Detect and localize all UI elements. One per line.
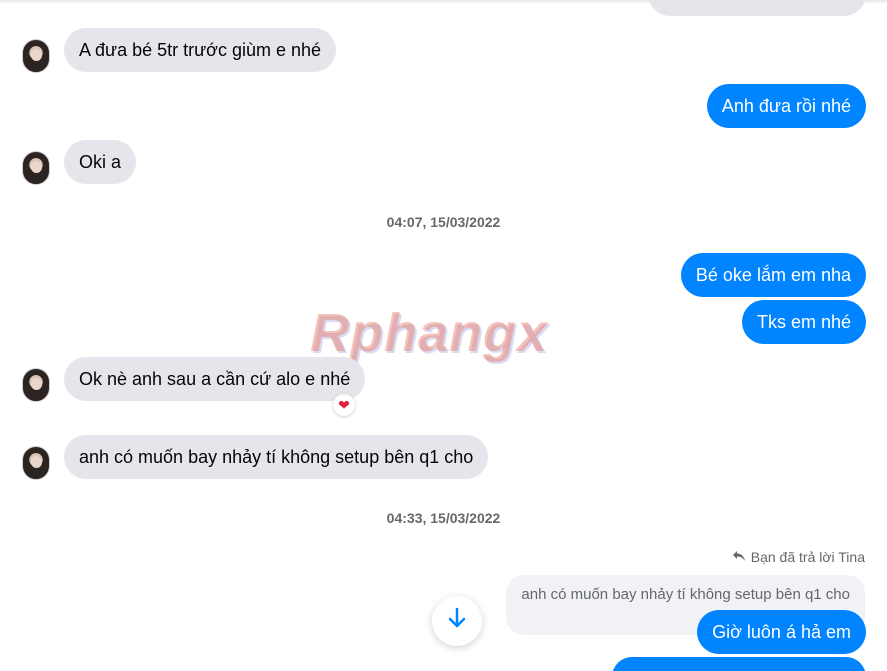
reply-indicator: Bạn đã trả lời Tina [732,549,865,565]
message-bubble-outgoing[interactable]: Tks em nhé [741,300,866,344]
reply-label-text: Bạn đã trả lời Tina [750,549,865,565]
watermark-logo: Rphangx [310,303,549,363]
message-bubble-outgoing[interactable]: Anh đưa rồi nhé [706,84,866,128]
avatar[interactable] [22,446,50,480]
avatar[interactable] [22,39,50,73]
partial-message-bubble[interactable] [612,657,866,671]
reply-arrow-icon [732,549,746,565]
chat-thread[interactable]: A đưa bé 5tr trước giùm e nhé Anh đưa rồ… [0,0,887,671]
message-bubble-outgoing[interactable]: Bé oke lắm em nha [680,253,866,297]
timestamp: 04:07, 15/03/2022 [386,214,501,230]
heart-icon[interactable]: ❤ [333,394,355,416]
message-bubble-outgoing[interactable]: Giờ luôn á hả em [697,610,866,654]
message-bubble-incoming[interactable]: anh có muốn bay nhảy tí không setup bên … [64,435,489,479]
avatar[interactable] [22,368,50,402]
message-bubble-incoming[interactable]: A đưa bé 5tr trước giùm e nhé [64,28,337,72]
message-bubble-incoming[interactable]: Ok nè anh sau a cần cứ alo e nhé [64,357,366,401]
message-bubble-incoming[interactable]: Oki a [64,140,137,184]
scroll-to-bottom-button[interactable] [432,596,482,646]
timestamp: 04:33, 15/03/2022 [386,510,501,526]
partial-message-bubble[interactable] [648,0,866,16]
avatar[interactable] [22,151,50,185]
arrow-down-icon [447,607,467,636]
